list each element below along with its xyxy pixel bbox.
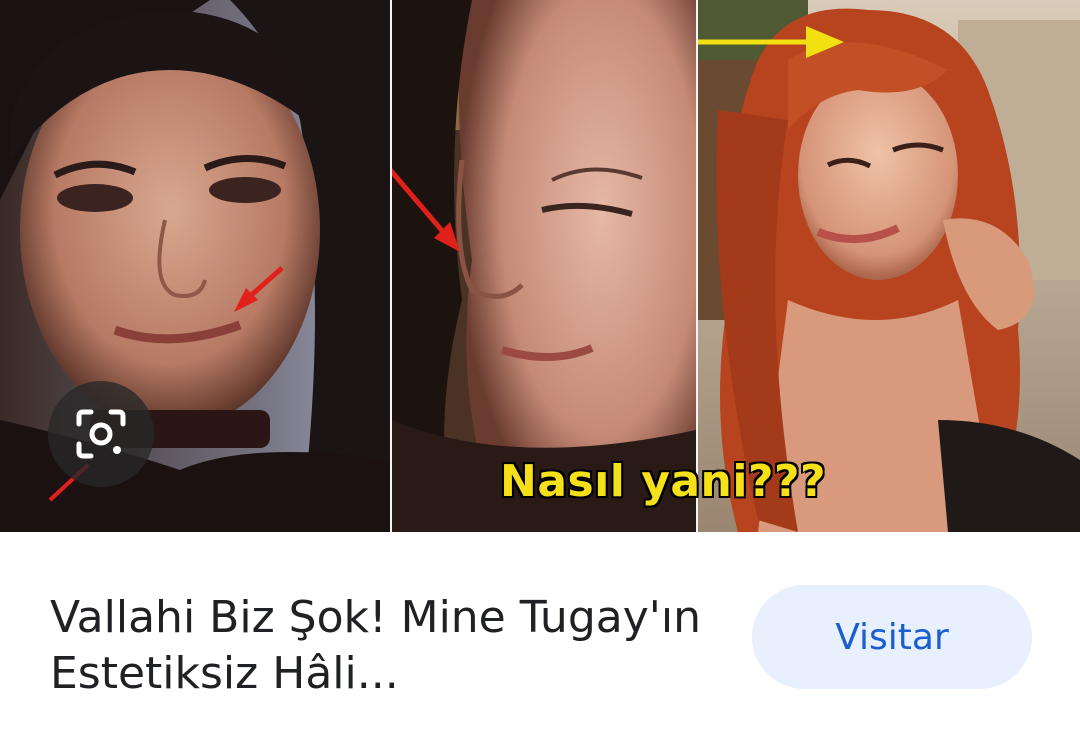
- photo-panel-middle: [392, 0, 696, 532]
- photo-panel-right: [698, 0, 1080, 532]
- result-image[interactable]: Nasıl yani???: [0, 0, 1080, 532]
- result-title[interactable]: Vallahi Biz Şok! Mine Tugay'ın Estetiksi…: [50, 590, 710, 702]
- google-lens-button[interactable]: [48, 381, 154, 487]
- card-separator: [0, 532, 1080, 542]
- visit-button[interactable]: Visitar: [752, 585, 1032, 689]
- overlay-caption: Nasıl yani???: [499, 455, 827, 508]
- google-lens-icon: [76, 409, 126, 459]
